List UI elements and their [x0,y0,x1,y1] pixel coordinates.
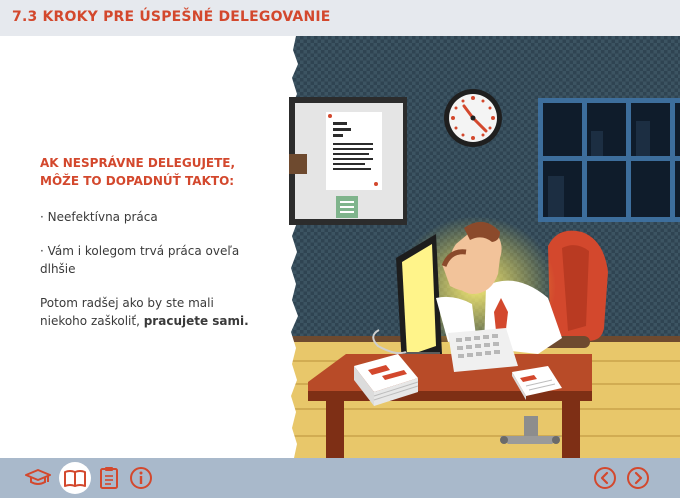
next-page-button[interactable] [622,462,654,494]
overworked-employee-illustration [286,36,680,458]
outro-bold: pracujete sami. [143,314,249,328]
keyboard [448,328,518,372]
info-button[interactable] [125,462,157,494]
book-button[interactable] [59,462,91,494]
bullet-takes-longer: · Vám i kolegom trvá práca oveľa dlhšie [40,244,240,276]
content-panel: Ak nesprávne delegujete, môže to dopadnú… [40,154,262,346]
clipboard-icon [100,467,118,489]
info-icon [130,467,152,489]
page-title: 7.3 KROKY PRE ÚSPEŠNÉ DELEGOVANIE [12,9,331,25]
night-window [538,98,680,222]
book-icon [64,470,86,487]
header-bar: 7.3 KROKY PRE ÚSPEŠNÉ DELEGOVANIE [0,0,680,36]
footer-toolbar [0,458,680,498]
previous-page-button[interactable] [589,462,621,494]
graduation-cap-icon [25,469,51,485]
prev-arrow-icon [594,467,616,489]
outro-text: Potom radšej ako by ste mali niekoho zaš… [40,294,262,330]
bulletin-board [289,97,407,225]
bullet-inefficient-work: · Neefektívna práca [40,210,158,224]
wall-clock-icon [444,89,502,147]
graduation-cap-button[interactable] [22,462,54,494]
next-arrow-icon [627,467,649,489]
clipboard-button[interactable] [93,462,125,494]
content-heading: Ak nesprávne delegujete, môže to dopadnú… [40,156,236,188]
